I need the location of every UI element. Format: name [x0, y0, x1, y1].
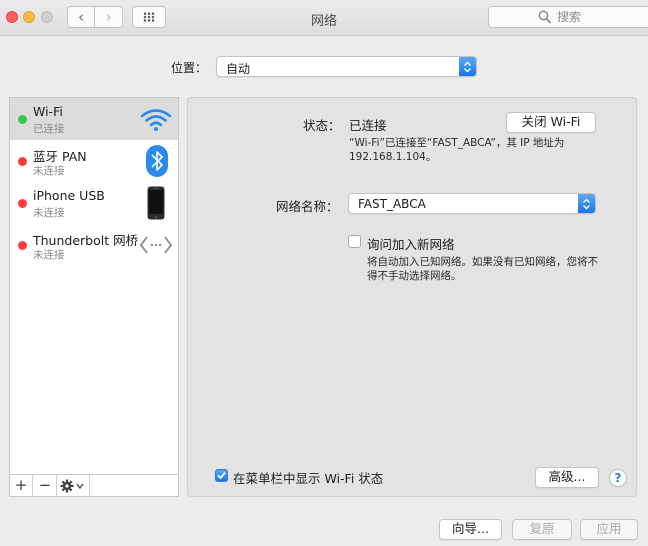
- add-service-button[interactable]: +: [10, 475, 33, 496]
- sidebar-toolbar: + −: [10, 474, 178, 496]
- network-name-popup[interactable]: FAST_ABCA: [348, 193, 596, 214]
- service-list: Wi-Fi 已连接 蓝牙 PAN 未连接 iPhone USB 未连接 Thun…: [10, 98, 178, 475]
- search-icon: [538, 10, 551, 24]
- status-dot: [18, 115, 27, 124]
- service-item-thunderbolt-bridge[interactable]: Thunderbolt 网桥 未连接: [10, 224, 178, 266]
- assistant-button[interactable]: 向导...: [439, 519, 502, 540]
- search-field[interactable]: [488, 6, 648, 28]
- status-label: 状态：: [303, 118, 341, 133]
- location-label: 位置：: [171, 61, 208, 75]
- service-item-bluetooth-pan[interactable]: 蓝牙 PAN 未连接: [10, 140, 178, 182]
- popup-arrows-icon: [578, 194, 595, 213]
- service-status: 已连接: [33, 123, 65, 135]
- action-menu-button[interactable]: [58, 475, 90, 496]
- ask-join-checkbox[interactable]: [348, 235, 361, 248]
- service-sidebar: Wi-Fi 已连接 蓝牙 PAN 未连接 iPhone USB 未连接 Thun…: [9, 97, 179, 497]
- wifi-icon: [140, 109, 172, 131]
- checkmark-icon: [217, 471, 226, 480]
- status-description-line1: “Wi-Fi”已连接至“FAST_ABCA”，其 IP 地址为: [349, 137, 565, 149]
- iphone-icon: [147, 186, 165, 220]
- ask-join-label: 询问加入新网络: [367, 237, 455, 252]
- service-status: 未连接: [33, 165, 65, 177]
- revert-button[interactable]: 复原: [512, 519, 572, 540]
- apply-button[interactable]: 应用: [580, 519, 638, 540]
- help-button[interactable]: ?: [609, 469, 627, 487]
- service-status: 未连接: [33, 249, 65, 261]
- show-in-menubar-label: 在菜单栏中显示 Wi-Fi 状态: [233, 471, 384, 486]
- gear-icon: [60, 479, 84, 493]
- ask-join-description-line1: 将自动加入已知网络。如果没有已知网络，您将不: [367, 256, 598, 268]
- location-popup[interactable]: 自动: [216, 56, 477, 77]
- show-in-menubar-checkbox[interactable]: [215, 469, 228, 482]
- location-value: 自动: [226, 62, 251, 76]
- service-status: 未连接: [33, 207, 65, 219]
- status-description-line2: 192.168.1.104。: [349, 151, 437, 163]
- popup-arrows-icon: [459, 57, 476, 76]
- title-bar: ‹ › 网络: [0, 0, 648, 36]
- service-name: Wi-Fi: [33, 104, 63, 119]
- service-item-wifi[interactable]: Wi-Fi 已连接: [10, 98, 178, 140]
- thunderbolt-bridge-icon: [139, 236, 173, 254]
- service-item-iphone-usb[interactable]: iPhone USB 未连接: [10, 182, 178, 224]
- remove-service-button[interactable]: −: [34, 475, 57, 496]
- status-dot: [18, 157, 27, 166]
- bluetooth-icon: [146, 145, 168, 177]
- network-name-label: 网络名称：: [276, 199, 339, 214]
- status-value: 已连接: [349, 118, 387, 133]
- ask-join-description-line2: 得不手动选择网络。: [367, 270, 462, 282]
- status-dot: [18, 199, 27, 208]
- advanced-button[interactable]: 高级...: [535, 467, 599, 488]
- service-name: iPhone USB: [33, 188, 105, 203]
- turn-off-wifi-button[interactable]: 关闭 Wi-Fi: [506, 112, 596, 133]
- status-dot: [18, 241, 27, 250]
- network-name-value: FAST_ABCA: [358, 197, 426, 211]
- search-input[interactable]: [555, 9, 645, 25]
